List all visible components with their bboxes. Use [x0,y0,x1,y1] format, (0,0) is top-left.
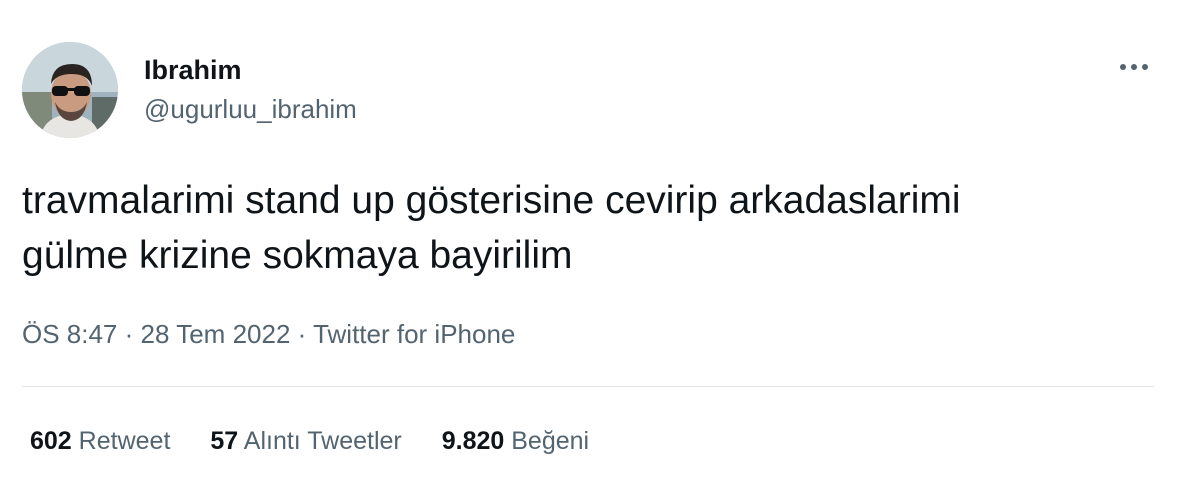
avatar[interactable] [22,42,118,138]
tweet-stats: 602 Retweet 57 Alıntı Tweetler 9.820 Beğ… [30,424,629,458]
retweets-count: 602 [30,427,72,455]
quotes-label: Alıntı Tweetler [243,427,402,455]
more-options-button[interactable] [1112,52,1156,82]
user-handle[interactable]: @ugurluu_ibrahim [144,94,357,124]
tweet-text-line: travmalarimi stand up gösterisine ceviri… [22,179,961,222]
tweet-text-line: gülme krizine sokmaya bayirilim [22,234,573,277]
quotes-stat[interactable]: 57 Alıntı Tweetler [210,424,401,458]
retweets-stat[interactable]: 602 Retweet [30,424,170,458]
tweet-time[interactable]: ÖS 8:47 [22,319,117,349]
tweet-text: travmalarimi stand up gösterisine ceviri… [22,173,1162,283]
retweets-label: Retweet [78,427,171,455]
meta-separator: · [124,319,134,349]
tweet-card: Ibrahim @ugurluu_ibrahim travmalarimi st… [0,0,1182,480]
more-horizontal-icon [1142,64,1148,70]
more-horizontal-icon [1131,64,1137,70]
divider [22,386,1154,387]
quotes-count: 57 [210,427,239,455]
likes-stat[interactable]: 9.820 Beğeni [442,424,589,458]
tweet-meta: ÖS 8:47 · 28 Tem 2022 · Twitter for iPho… [22,316,515,352]
meta-separator: · [297,319,307,349]
tweet-source[interactable]: Twitter for iPhone [313,319,515,349]
likes-label: Beğeni [511,427,590,455]
user-display-name[interactable]: Ibrahim [144,55,242,85]
profile-photo-icon [22,42,118,138]
more-horizontal-icon [1120,64,1126,70]
likes-count: 9.820 [441,427,505,455]
tweet-date[interactable]: 28 Tem 2022 [141,319,291,349]
